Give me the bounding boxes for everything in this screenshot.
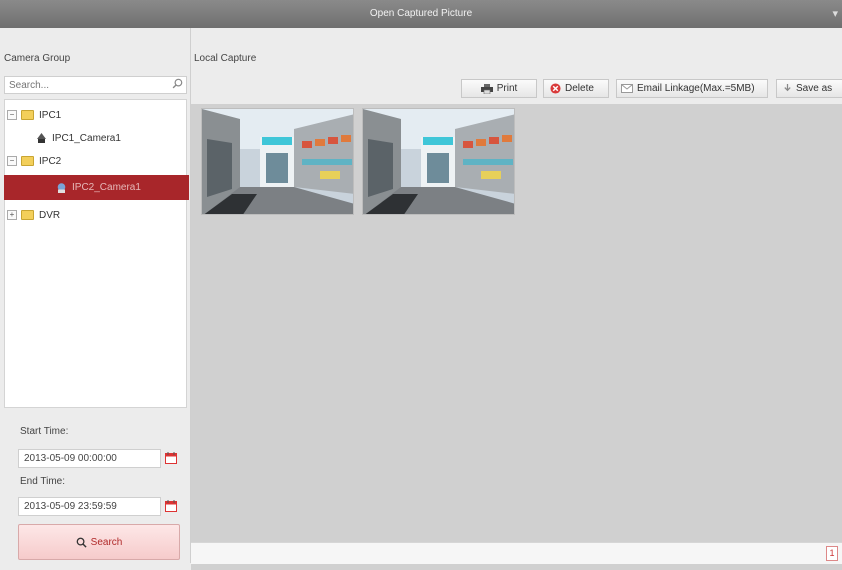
print-button[interactable]: Print	[461, 79, 537, 98]
camera-icon	[37, 133, 46, 143]
captured-street-photo	[202, 109, 353, 214]
email-icon	[621, 84, 633, 93]
search-button-label: Search	[90, 536, 123, 548]
calendar-icon[interactable]	[165, 500, 177, 512]
tree-item-label: IPC2_Camera1	[72, 182, 141, 193]
save-as-button[interactable]: Save as	[776, 79, 842, 98]
folder-icon	[21, 156, 34, 166]
camera-search-input[interactable]	[5, 77, 163, 93]
folder-icon	[21, 210, 34, 220]
local-capture-panel: Local Capture Print Delete Email Linkage…	[191, 28, 842, 570]
end-time-label: End Time:	[20, 476, 66, 487]
folder-icon	[21, 110, 34, 120]
delete-button-label: Delete	[565, 83, 594, 94]
title-bar: Open Captured Picture ▾	[0, 0, 842, 28]
printer-icon	[480, 83, 493, 94]
picture-gallery	[191, 104, 842, 570]
search-icon[interactable]	[172, 78, 183, 89]
camera-icon	[57, 182, 66, 193]
collapse-icon[interactable]: −	[7, 110, 17, 120]
pagination-bar: 1	[191, 542, 842, 564]
tree-item-label: IPC2	[39, 155, 62, 167]
expand-icon[interactable]: +	[7, 210, 17, 220]
camera-tree: − IPC1 IPC1_Camera1 − IPC2 IPC2_Camera1 …	[4, 99, 189, 408]
email-linkage-button-label: Email Linkage(Max.=5MB)	[637, 83, 755, 94]
email-linkage-button[interactable]: Email Linkage(Max.=5MB)	[616, 79, 768, 98]
calendar-icon[interactable]	[165, 452, 177, 464]
local-capture-label: Local Capture	[194, 53, 257, 64]
captured-street-photo	[363, 109, 514, 214]
tree-item-label: IPC1_Camera1	[52, 132, 121, 144]
tree-item-ipc1-camera1[interactable]: IPC1_Camera1	[37, 129, 121, 147]
tree-item-ipc2[interactable]: − IPC2	[7, 152, 61, 170]
print-button-label: Print	[496, 83, 518, 94]
captured-picture-thumbnail[interactable]	[362, 108, 515, 215]
camera-group-label: Camera Group	[4, 53, 71, 64]
page-number-button[interactable]: 1	[826, 546, 838, 561]
save-as-button-label: Save as	[796, 83, 833, 94]
tree-item-dvr[interactable]: + DVR	[7, 206, 60, 224]
delete-button[interactable]: Delete	[543, 79, 609, 98]
search-icon	[76, 537, 87, 548]
camera-group-panel: Camera Group − IPC1 IPC1_Camera1 − IPC2	[0, 28, 191, 563]
close-icon[interactable]: ▾	[832, 7, 838, 20]
end-time-field[interactable]: 2013-05-09 23:59:59	[18, 497, 161, 516]
save-icon	[784, 84, 791, 92]
tree-item-ipc2-camera1[interactable]: IPC2_Camera1	[4, 175, 189, 200]
camera-search-box[interactable]	[4, 76, 187, 94]
captured-picture-thumbnail[interactable]	[201, 108, 354, 215]
search-button[interactable]: Search	[18, 524, 180, 560]
collapse-icon[interactable]: −	[7, 156, 17, 166]
delete-icon	[550, 83, 561, 94]
tree-item-label: IPC1	[39, 109, 62, 121]
tree-item-label: DVR	[39, 209, 61, 221]
tree-item-ipc1[interactable]: − IPC1	[7, 106, 61, 124]
start-time-label: Start Time:	[20, 426, 69, 437]
window-title: Open Captured Picture	[369, 8, 473, 19]
start-time-field[interactable]: 2013-05-09 00:00:00	[18, 449, 161, 468]
